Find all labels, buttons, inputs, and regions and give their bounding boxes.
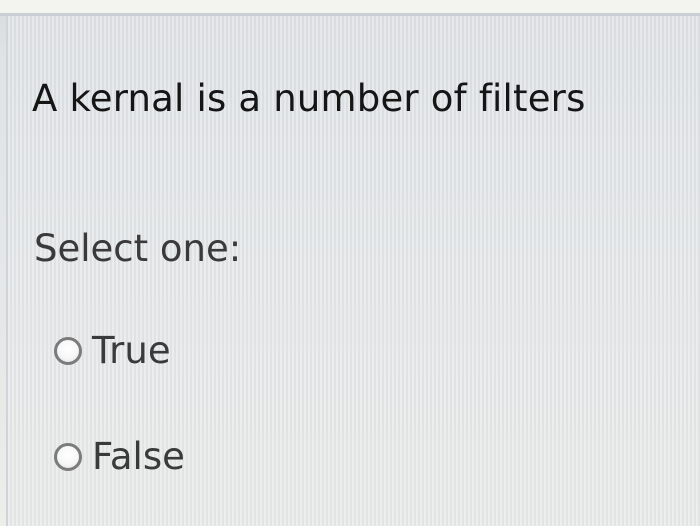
option-false-label[interactable]: False [92, 434, 185, 480]
question-panel: A kernal is a number of filters Select o… [6, 16, 700, 526]
radio-unselected-icon[interactable] [54, 337, 82, 365]
select-one-prompt: Select one: [34, 227, 242, 270]
option-true[interactable]: True [54, 328, 171, 374]
quiz-screen: A kernal is a number of filters Select o… [0, 0, 700, 526]
option-false[interactable]: False [54, 434, 185, 480]
question-text: A kernal is a number of filters [32, 77, 586, 120]
radio-unselected-icon[interactable] [54, 443, 82, 471]
option-true-label[interactable]: True [92, 328, 171, 374]
page-header-strip [0, 0, 700, 16]
